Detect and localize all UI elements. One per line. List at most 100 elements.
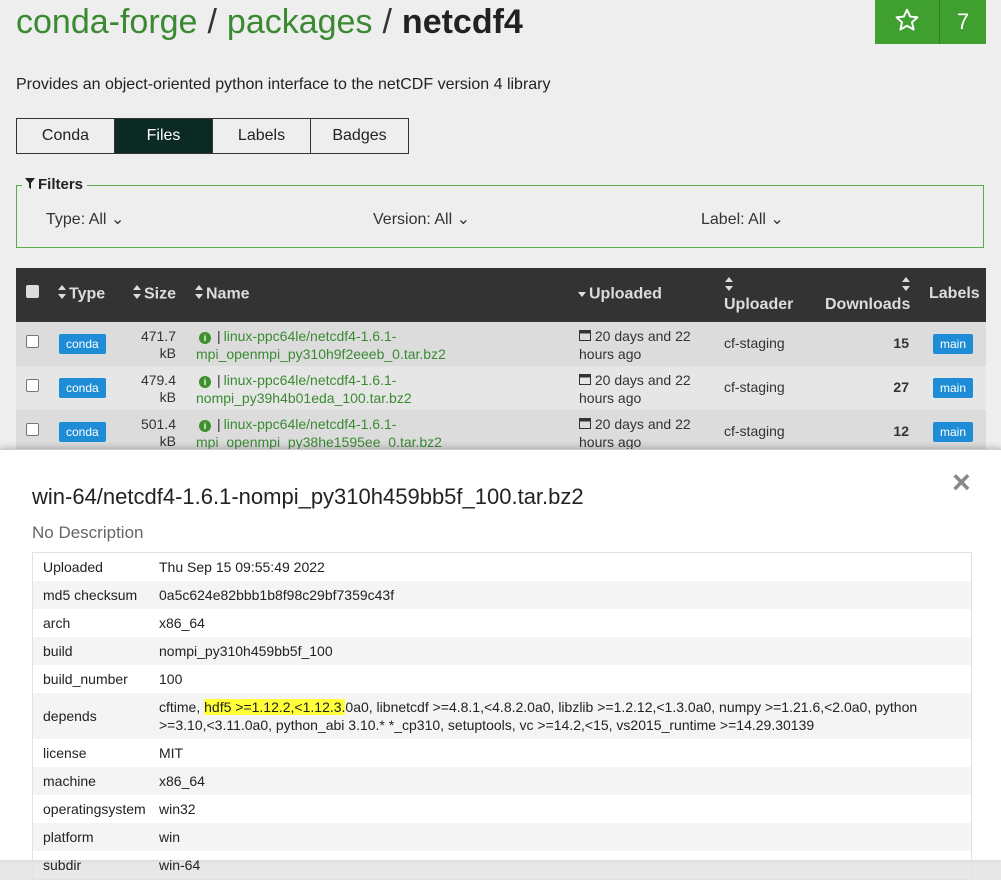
type-column-label: Type bbox=[69, 285, 106, 303]
file-name-link[interactable]: i | linux-ppc64le/netcdf4-1.6.1- mpi_openmp… bbox=[196, 327, 566, 363]
detail-row-platform: platform win bbox=[33, 823, 971, 851]
size-column-label: Size bbox=[144, 285, 177, 303]
page: conda-forge / packages / netcdf4 7 Provides … bbox=[0, 0, 1001, 880]
filter-icon bbox=[25, 176, 35, 193]
detail-row-machine: machine x86_64 bbox=[33, 767, 971, 795]
detail-value: MIT bbox=[159, 745, 184, 761]
tab-conda[interactable]: Conda bbox=[16, 118, 115, 154]
filters-panel bbox=[16, 185, 984, 248]
type-filter-label: Type: All bbox=[46, 211, 107, 228]
row-checkbox[interactable] bbox=[26, 423, 39, 436]
download-count: 15 bbox=[893, 335, 909, 351]
version-filter-label: Version: All bbox=[373, 211, 453, 228]
detail-value: 100 bbox=[159, 671, 183, 687]
detail-value: nompi_py310h459bb5f_100 bbox=[159, 643, 333, 659]
row-checkbox[interactable] bbox=[26, 379, 39, 392]
detail-key: subdir bbox=[43, 857, 82, 873]
sort-icon bbox=[195, 285, 203, 304]
sort-icon bbox=[825, 277, 910, 296]
breadcrumb-separator: / bbox=[382, 3, 392, 41]
sort-uploaded-header[interactable]: Uploaded bbox=[578, 285, 662, 304]
breadcrumb-packages-link[interactable]: packages bbox=[227, 3, 373, 41]
sort-type-header[interactable]: Type bbox=[58, 285, 105, 304]
label-filter-dropdown[interactable]: Label: All ⌄ bbox=[701, 209, 784, 229]
select-all-checkbox[interactable] bbox=[26, 285, 39, 303]
info-icon[interactable]: i bbox=[199, 376, 211, 388]
detail-key: license bbox=[43, 745, 87, 761]
labels-column-label: Labels bbox=[929, 285, 980, 302]
label-badge[interactable]: main bbox=[933, 422, 974, 442]
detail-key: platform bbox=[43, 829, 94, 845]
filters-label: Filters bbox=[38, 176, 84, 193]
detail-row-license: license MIT bbox=[33, 739, 971, 767]
chevron-down-icon: ⌄ bbox=[770, 211, 784, 228]
filters-legend: Filters bbox=[22, 176, 88, 193]
detail-row-uploaded: Uploaded Thu Sep 15 09:55:49 2022 bbox=[33, 553, 971, 581]
chevron-down-icon: ⌄ bbox=[110, 211, 125, 228]
uploaded-time: 20 days and 22 hours ago bbox=[579, 416, 691, 450]
type-badge: conda bbox=[59, 378, 106, 398]
files-table-header: Type Size Name Uploaded Uploader Downloa… bbox=[16, 268, 986, 322]
type-badge: conda bbox=[59, 422, 106, 442]
detail-row-build: build nompi_py310h459bb5f_100 bbox=[33, 637, 971, 665]
tab-files[interactable]: Files bbox=[114, 118, 213, 154]
file-name-link[interactable]: i | linux-ppc64le/netcdf4-1.6.1- mpi_openmp… bbox=[196, 415, 566, 451]
table-row: conda 471.7 kB i | linux-ppc64le/netcdf4-1.… bbox=[16, 322, 986, 366]
sort-uploader-header[interactable]: Uploader bbox=[724, 277, 793, 314]
file-name-link[interactable]: i | linux-ppc64le/netcdf4-1.6.1- nompi_py39… bbox=[196, 371, 566, 407]
detail-value: win bbox=[159, 829, 181, 845]
type-filter-dropdown[interactable]: Type: All ⌄ bbox=[46, 209, 124, 229]
detail-key: build_number bbox=[43, 671, 128, 687]
modal-title: win-64/netcdf4-1.6.1-nompi_py310h459bb5f… bbox=[32, 484, 584, 509]
sort-name-header[interactable]: Name bbox=[195, 285, 250, 304]
detail-row-md5: md5 checksum 0a5c624e82bbb1b8f98c29bf7359… bbox=[33, 581, 971, 609]
detail-value: x86_64 bbox=[159, 615, 205, 631]
detail-key: depends bbox=[43, 708, 97, 724]
detail-row-subdir: subdir win-64 bbox=[33, 851, 971, 879]
detail-value: win-64 bbox=[159, 857, 201, 873]
row-checkbox[interactable] bbox=[26, 335, 39, 348]
type-badge: conda bbox=[59, 334, 106, 354]
tab-labels[interactable]: Labels bbox=[212, 118, 311, 154]
label-badge[interactable]: main bbox=[933, 334, 974, 354]
info-icon[interactable]: i bbox=[199, 332, 211, 344]
detail-value: cftime, hdf5 >=1.12.2,<1.12.3.0a0, libne… bbox=[159, 699, 918, 733]
calendar-icon bbox=[579, 372, 591, 388]
sort-icon bbox=[58, 285, 66, 304]
label-filter-label: Label: All bbox=[701, 211, 766, 228]
breadcrumb: conda-forge / packages / netcdf4 bbox=[16, 0, 523, 44]
sort-icon bbox=[724, 277, 793, 296]
detail-key: machine bbox=[43, 773, 96, 789]
uploader-name: cf-staging bbox=[724, 423, 785, 439]
uploader-column-label: Uploader bbox=[724, 296, 794, 313]
modal-subtitle: No Description bbox=[32, 523, 144, 542]
name-column-label: Name bbox=[206, 285, 250, 303]
close-icon[interactable]: × bbox=[952, 466, 971, 498]
detail-row-arch: arch x86_64 bbox=[33, 609, 971, 637]
sort-size-header[interactable]: Size bbox=[133, 285, 176, 304]
detail-value: 0a5c624e82bbb1b8f98c29bf7359c43f bbox=[159, 587, 395, 603]
tab-badges[interactable]: Badges bbox=[310, 118, 409, 154]
page-title: netcdf4 bbox=[401, 3, 523, 41]
uploader-name: cf-staging bbox=[724, 335, 785, 351]
tab-bar: Conda Files Labels Badges bbox=[16, 118, 409, 154]
download-count: 27 bbox=[893, 379, 909, 395]
download-count: 12 bbox=[893, 423, 909, 439]
calendar-icon bbox=[579, 328, 591, 344]
detail-value: win32 bbox=[159, 801, 196, 817]
star-button[interactable] bbox=[875, 0, 940, 44]
info-icon[interactable]: i bbox=[199, 420, 211, 432]
uploaded-time: 20 days and 22 hours ago bbox=[579, 372, 691, 406]
detail-row-depends: depends cftime, hdf5 >=1.12.2,<1.12.3.0a0… bbox=[33, 693, 971, 739]
file-size: 479.4 kB bbox=[140, 372, 176, 405]
version-filter-dropdown[interactable]: Version: All ⌄ bbox=[373, 209, 470, 229]
star-count[interactable]: 7 bbox=[940, 0, 986, 44]
breadcrumb-org-link[interactable]: conda-forge bbox=[16, 3, 197, 41]
table-row: conda 479.4 kB i | linux-ppc64le/netcdf4-1.… bbox=[16, 366, 986, 410]
file-details-table: Uploaded Thu Sep 15 09:55:49 2022 md5 che… bbox=[32, 552, 972, 880]
sort-downloads-header[interactable]: Downloads bbox=[825, 277, 910, 314]
detail-row-build-number: build_number 100 bbox=[33, 665, 971, 693]
uploaded-time: 20 days and 22 hours ago bbox=[579, 328, 691, 362]
label-badge[interactable]: main bbox=[933, 378, 974, 398]
package-description: Provides an object-oriented python inter… bbox=[16, 76, 551, 93]
